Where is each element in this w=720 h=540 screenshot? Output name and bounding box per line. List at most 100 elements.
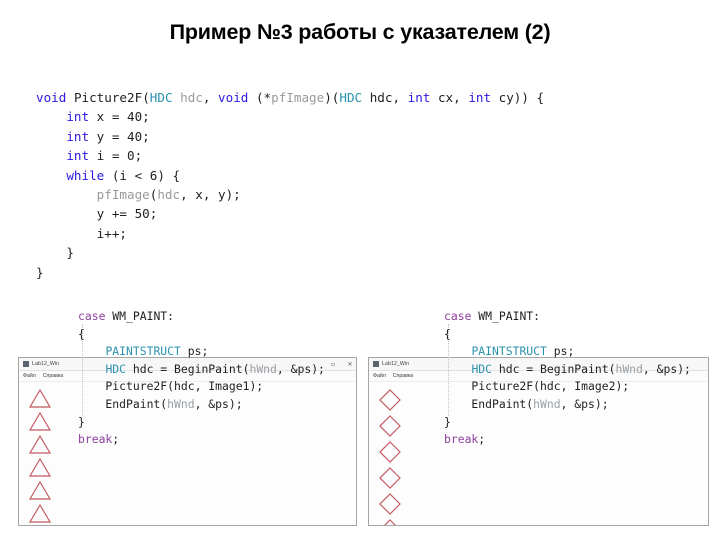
- code-line: int x = 40;: [36, 107, 544, 126]
- code-line: case WM_PAINT:: [444, 308, 691, 326]
- code-token: int: [407, 90, 431, 105]
- wm-paint-code-left: case WM_PAINT: { PAINTSTRUCT ps; HDC hdc …: [78, 308, 325, 449]
- triangle-shape-column: [28, 388, 52, 524]
- code-line: int y = 40;: [36, 127, 544, 146]
- code-token: HDC: [339, 90, 363, 105]
- code-token: cx,: [430, 90, 469, 105]
- code-token: PAINTSTRUCT: [105, 344, 181, 359]
- code-line: }: [444, 414, 691, 432]
- code-line: while (i < 6) {: [36, 166, 544, 185]
- diamond-shape-column: [378, 388, 402, 525]
- code-token: {: [78, 326, 85, 341]
- triangle-shape: [28, 411, 52, 432]
- code-token: case: [78, 309, 106, 323]
- menu-item-help[interactable]: Справка: [43, 373, 63, 379]
- code-token: ps;: [180, 344, 209, 359]
- code-token: ps;: [546, 344, 575, 359]
- window-title-left: Lab12_Win: [32, 361, 60, 367]
- code-token: break: [444, 432, 479, 447]
- code-line: break;: [78, 431, 325, 449]
- code-line: }: [36, 243, 544, 262]
- code-token: ;: [478, 432, 486, 447]
- main-code-listing: void Picture2F(HDC hdc, void (*pfImage)(…: [36, 88, 544, 282]
- code-token: void: [218, 90, 249, 105]
- code-token: }: [36, 245, 74, 261]
- code-token: PAINTSTRUCT: [471, 344, 547, 359]
- code-token: while: [66, 167, 105, 183]
- code-token: WM_PAINT:: [105, 309, 175, 323]
- code-token: HDC: [105, 361, 127, 376]
- code-token: case: [444, 309, 472, 323]
- code-token: Picture2F(hdc, Image1);: [78, 379, 264, 394]
- close-icon[interactable]: ✕: [346, 361, 354, 368]
- minimize-icon[interactable]: ▫: [329, 361, 337, 368]
- code-token: int: [66, 109, 90, 125]
- code-line: PAINTSTRUCT ps;: [444, 343, 691, 361]
- wm-paint-code-right: case WM_PAINT:{ PAINTSTRUCT ps; HDC hdc …: [444, 308, 691, 449]
- code-token: hWnd: [167, 396, 195, 411]
- code-token: , &ps);: [560, 396, 609, 411]
- window-title-right: Lab12_Win: [382, 361, 410, 367]
- code-token: EndPaint(: [444, 396, 534, 411]
- code-token: hWnd: [249, 361, 277, 376]
- window-controls-left[interactable]: ▫ ✕: [329, 358, 354, 371]
- code-line: void Picture2F(HDC hdc, void (*pfImage)(…: [36, 88, 544, 107]
- app-icon: [373, 361, 379, 367]
- code-token: hWnd: [533, 396, 561, 411]
- code-token: , x, y);: [180, 187, 241, 203]
- code-token: pfImage: [271, 90, 325, 105]
- code-token: i = 0;: [89, 148, 143, 164]
- diamond-shape: [378, 388, 402, 412]
- code-token: cy)) {: [491, 90, 545, 105]
- code-token: }: [78, 414, 85, 429]
- code-token: hdc,: [362, 90, 408, 105]
- code-line: {: [78, 326, 325, 344]
- code-token: hdc: [157, 187, 181, 203]
- code-line: EndPaint(hWnd, &ps);: [78, 396, 325, 414]
- triangle-shape: [28, 434, 52, 455]
- code-token: int: [468, 90, 492, 105]
- diamond-shape: [378, 466, 402, 490]
- triangle-shape: [28, 503, 52, 524]
- code-token: EndPaint(: [78, 396, 168, 411]
- code-token: , &ps);: [642, 361, 691, 376]
- page-title: Пример №3 работы с указателем (2): [169, 20, 551, 44]
- code-token: int: [66, 148, 90, 164]
- app-icon: [23, 361, 29, 367]
- code-line: Picture2F(hdc, Image2);: [444, 378, 691, 396]
- code-token: x = 40;: [89, 109, 150, 125]
- code-token: break: [78, 432, 113, 447]
- slide-canvas: Пример №3 работы с указателем (2) void P…: [0, 0, 720, 540]
- diamond-shape: [378, 518, 402, 525]
- code-token: WM_PAINT:: [471, 309, 541, 323]
- code-token: , &ps);: [194, 396, 243, 411]
- code-token: ;: [112, 432, 120, 447]
- code-token: ,: [202, 90, 219, 105]
- code-line: EndPaint(hWnd, &ps);: [444, 396, 691, 414]
- code-line: y += 50;: [36, 204, 544, 223]
- triangle-shape: [28, 480, 52, 501]
- diamond-shape: [378, 492, 402, 516]
- menu-item-help[interactable]: Справка: [393, 373, 413, 379]
- menu-item-file[interactable]: Файл: [23, 373, 36, 379]
- triangle-shape: [28, 388, 52, 409]
- menu-item-file[interactable]: Файл: [373, 373, 386, 379]
- code-token: hdc = BeginPaint(: [126, 361, 250, 376]
- code-token: hdc: [180, 90, 203, 105]
- code-token: (: [142, 90, 150, 105]
- code-line: }: [36, 263, 544, 282]
- code-token: Picture2F(hdc, Image2);: [444, 379, 630, 394]
- code-token: y += 50;: [36, 206, 158, 222]
- code-token: i++;: [36, 225, 127, 241]
- code-line: int i = 0;: [36, 146, 544, 165]
- code-token: pfImage: [96, 187, 150, 203]
- code-token: y = 40;: [89, 128, 150, 144]
